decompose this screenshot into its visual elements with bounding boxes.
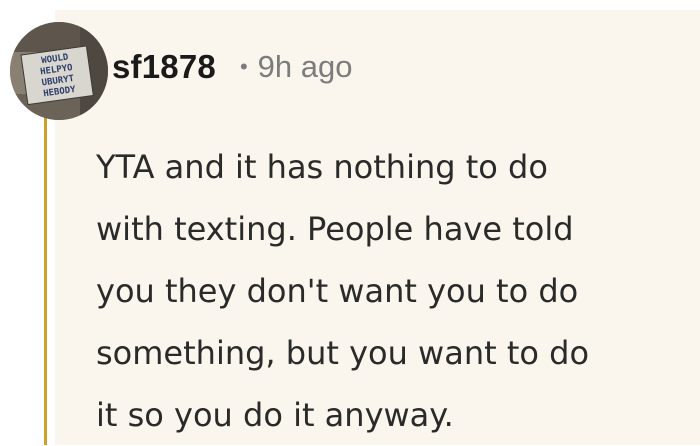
username-link[interactable]: sf1878 [112,48,216,86]
comment-timestamp[interactable]: 9h ago [258,49,353,85]
comment-header: sf1878 • 9h ago [112,40,353,94]
comment-card: WOULD HELPYO UBURYT HEBODY sf1878 • 9h a… [0,0,700,445]
comment-body: YTA and it has nothing to do with textin… [96,148,590,434]
user-avatar[interactable]: WOULD HELPYO UBURYT HEBODY [10,22,108,120]
avatar-image-icon: WOULD HELPYO UBURYT HEBODY [10,22,108,120]
thread-collapse-line[interactable] [44,116,47,445]
meta-separator: • [239,54,248,79]
